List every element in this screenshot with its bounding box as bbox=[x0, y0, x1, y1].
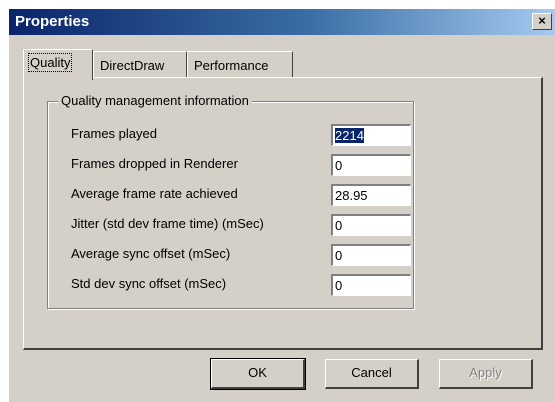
tab-panel-quality: Quality management information Frames pl… bbox=[23, 77, 543, 350]
avg-frame-rate-label: Average frame rate achieved bbox=[71, 186, 238, 201]
avg-sync-offset-field[interactable]: 0 bbox=[331, 244, 411, 266]
tab-directdraw[interactable]: DirectDraw bbox=[93, 51, 187, 77]
properties-dialog: Properties × Quality DirectDraw Performa… bbox=[8, 8, 555, 402]
std-sync-offset-label: Std dev sync offset (mSec) bbox=[71, 276, 227, 291]
avg-frame-rate-value: 28.95 bbox=[335, 188, 368, 203]
tab-quality[interactable]: Quality bbox=[23, 49, 93, 80]
avg-sync-offset-label: Average sync offset (mSec) bbox=[71, 246, 231, 261]
cancel-button[interactable]: Cancel bbox=[325, 359, 419, 389]
jitter-field[interactable]: 0 bbox=[331, 214, 411, 236]
tab-label: Performance bbox=[194, 58, 269, 73]
tab-performance[interactable]: Performance bbox=[187, 51, 293, 77]
avg-frame-rate-field[interactable]: 28.95 bbox=[331, 184, 411, 206]
apply-button[interactable]: Apply bbox=[439, 359, 533, 389]
avg-sync-offset-value: 0 bbox=[335, 248, 343, 263]
group-title: Quality management information bbox=[58, 93, 252, 108]
close-button[interactable]: × bbox=[532, 13, 552, 30]
tab-label: DirectDraw bbox=[100, 58, 165, 73]
frames-played-field[interactable]: 2214 bbox=[331, 124, 411, 146]
tab-label: Quality bbox=[27, 53, 73, 72]
jitter-value: 0 bbox=[335, 218, 343, 233]
frames-dropped-value: 0 bbox=[335, 158, 343, 173]
frames-played-value: 2214 bbox=[335, 128, 364, 143]
frames-played-label: Frames played bbox=[71, 126, 157, 141]
ok-button[interactable]: OK bbox=[210, 358, 306, 390]
quality-group-box: Quality management information Frames pl… bbox=[47, 93, 414, 309]
jitter-label: Jitter (std dev frame time) (mSec) bbox=[71, 216, 264, 231]
frames-dropped-label: Frames dropped in Renderer bbox=[71, 156, 238, 171]
std-sync-offset-field[interactable]: 0 bbox=[331, 274, 411, 296]
title-bar[interactable]: Properties × bbox=[9, 9, 555, 35]
dialog-title: Properties bbox=[15, 13, 90, 30]
close-icon: × bbox=[538, 13, 546, 28]
frames-dropped-field[interactable]: 0 bbox=[331, 154, 411, 176]
std-sync-offset-value: 0 bbox=[335, 278, 343, 293]
